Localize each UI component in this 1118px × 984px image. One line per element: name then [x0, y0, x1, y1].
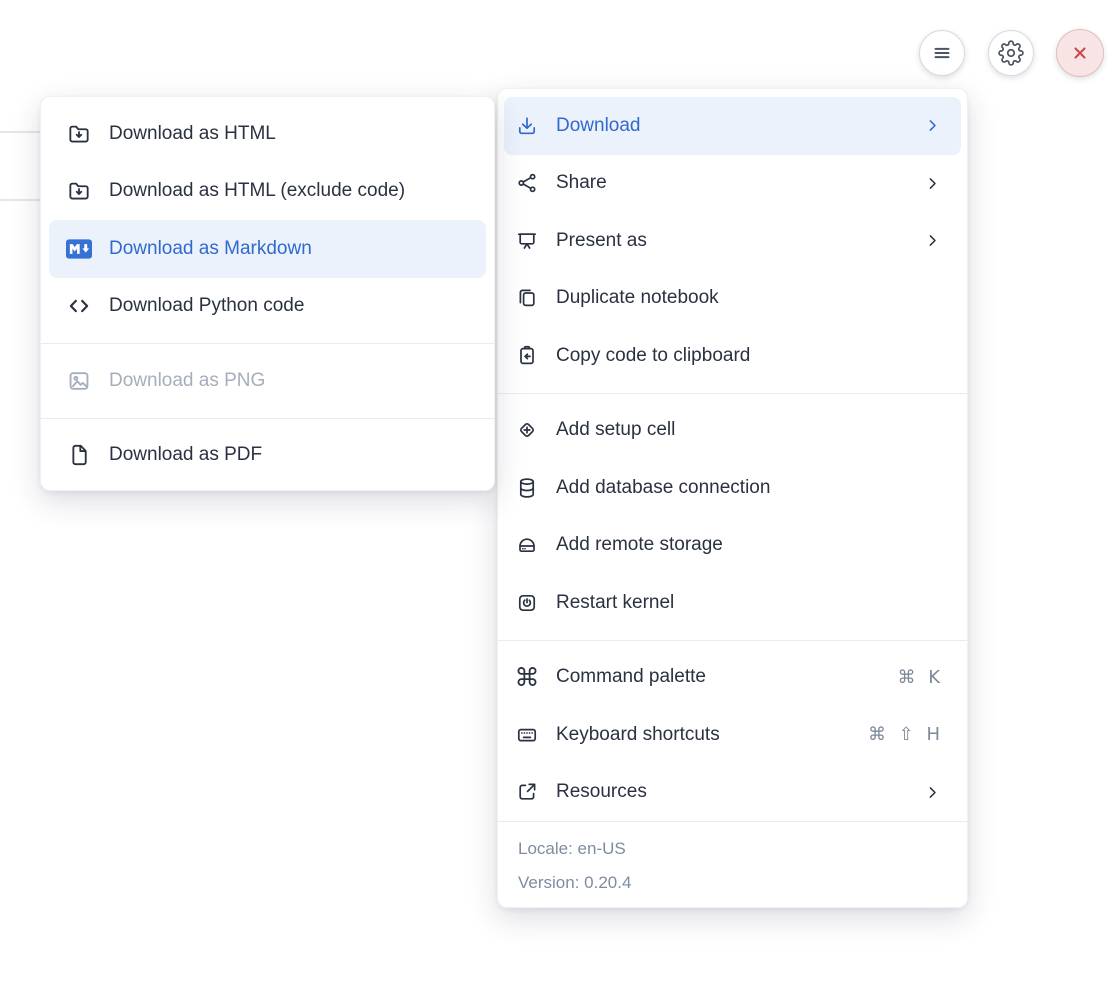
menu-item-add-remote-storage[interactable]: Add remote storage [498, 517, 967, 575]
download-submenu-rows: Download as HTML Download as HTML (exclu… [41, 97, 494, 492]
menu-divider [498, 393, 967, 394]
menu-item-share[interactable]: Share [498, 155, 967, 213]
menu-divider [498, 640, 967, 641]
menu-divider [41, 343, 494, 344]
code-icon [66, 293, 92, 319]
shortcut-label: ⌘ ⇧ H [868, 724, 941, 745]
file-icon [66, 442, 92, 468]
menu-item-copy-code[interactable]: Copy code to clipboard [498, 327, 967, 385]
chevron-right-icon [924, 232, 941, 249]
menu-item-label: Present as [556, 230, 908, 252]
image-icon [66, 368, 92, 394]
share-icon [514, 171, 540, 195]
menu-item-add-database-connection[interactable]: Add database connection [498, 459, 967, 517]
locale-label: Locale: en-US [518, 835, 947, 863]
version-label: Version: 0.20.4 [518, 869, 947, 897]
markdown-badge-icon [66, 239, 92, 259]
notebook-menu-rows: Download Share Present as [498, 89, 967, 821]
menu-item-keyboard-shortcuts[interactable]: Keyboard shortcuts ⌘ ⇧ H [498, 706, 967, 764]
copy-clipboard-icon [514, 344, 540, 368]
remote-storage-icon [514, 533, 540, 557]
external-link-icon [514, 780, 540, 804]
menu-item-label: Download as HTML [109, 123, 474, 145]
menu-item-download[interactable]: Download [504, 97, 961, 155]
folder-download-icon [66, 178, 92, 204]
command-icon: ⌘ [514, 665, 540, 690]
menu-item-restart-kernel[interactable]: Restart kernel [498, 574, 967, 632]
menu-item-download-markdown[interactable]: Download as Markdown [49, 220, 486, 278]
settings-button[interactable] [988, 30, 1034, 76]
database-icon [514, 476, 540, 500]
menu-item-label: Keyboard shortcuts [556, 724, 852, 746]
menu-item-label: Add database connection [556, 477, 941, 499]
menu-item-label: Download Python code [109, 295, 474, 317]
menu-item-duplicate-notebook[interactable]: Duplicate notebook [498, 270, 967, 328]
menu-item-download-html[interactable]: Download as HTML [41, 105, 494, 163]
menu-item-add-setup-cell[interactable]: Add setup cell [498, 402, 967, 460]
shortcut-label: ⌘ K [897, 667, 941, 688]
menu-item-label: Command palette [556, 666, 881, 688]
menu-item-label: Add setup cell [556, 419, 941, 441]
menu-item-label: Resources [556, 781, 908, 803]
duplicate-icon [514, 286, 540, 310]
menu-item-present-as[interactable]: Present as [498, 212, 967, 270]
menu-item-command-palette[interactable]: ⌘ Command palette ⌘ K [498, 649, 967, 707]
menu-item-label: Restart kernel [556, 592, 941, 614]
close-button[interactable] [1056, 29, 1104, 77]
hamburger-icon [929, 40, 955, 66]
gear-icon [998, 40, 1024, 66]
restart-kernel-icon [514, 591, 540, 615]
menu-item-label: Copy code to clipboard [556, 345, 941, 367]
menu-item-label: Duplicate notebook [556, 287, 941, 309]
chevron-right-icon [924, 784, 941, 801]
canvas-line [0, 131, 44, 133]
menu-item-resources[interactable]: Resources [498, 764, 967, 822]
menu-item-label: Share [556, 172, 908, 194]
add-setup-cell-icon [514, 418, 540, 442]
chevron-right-icon [924, 117, 941, 134]
menu-item-label: Download as Markdown [109, 238, 474, 260]
menu-button[interactable] [919, 30, 965, 76]
download-icon [514, 114, 540, 138]
menu-item-download-pdf[interactable]: Download as PDF [41, 427, 494, 485]
folder-download-icon [66, 121, 92, 147]
chevron-right-icon [924, 175, 941, 192]
menu-item-label: Download as PDF [109, 444, 474, 466]
menu-item-label: Download as PNG [109, 370, 474, 392]
download-submenu: Download as HTML Download as HTML (exclu… [40, 96, 495, 491]
menu-item-label: Download [556, 115, 908, 137]
menu-item-label: Download as HTML (exclude code) [109, 180, 474, 202]
close-icon [1068, 41, 1092, 65]
menu-item-download-png[interactable]: Download as PNG [41, 352, 494, 410]
menu-item-download-python-code[interactable]: Download Python code [41, 278, 494, 336]
menu-footer: Locale: en-US Version: 0.20.4 [498, 821, 967, 910]
keyboard-icon [514, 723, 540, 747]
menu-item-label: Add remote storage [556, 534, 941, 556]
present-icon [514, 229, 540, 253]
notebook-menu: Download Share Present as [497, 88, 968, 908]
canvas-line [0, 199, 44, 201]
menu-item-download-html-exclude-code[interactable]: Download as HTML (exclude code) [41, 163, 494, 221]
menu-divider [41, 418, 494, 419]
